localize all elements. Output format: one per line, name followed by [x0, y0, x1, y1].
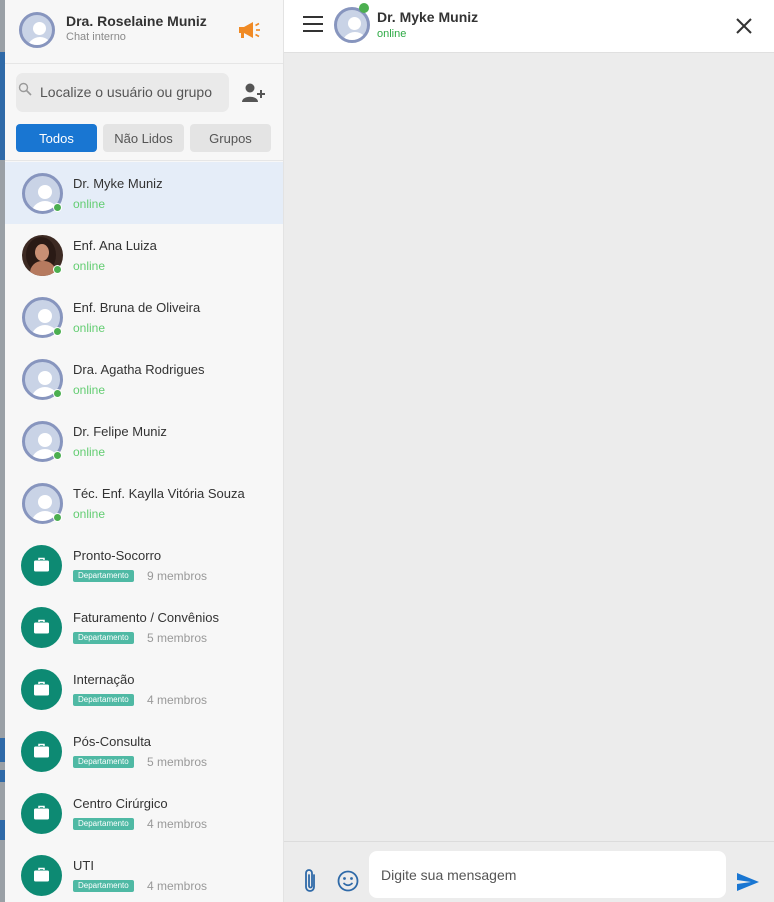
group-name: Faturamento / Convênios	[73, 610, 219, 625]
tab-nao-lidos[interactable]: Não Lidos	[103, 124, 184, 152]
current-user-subtitle: Chat interno	[66, 31, 126, 43]
search-icon	[18, 82, 32, 96]
department-badge: Departamento	[73, 880, 134, 892]
group-item[interactable]: Pós-Consulta Departamento 5 membros	[5, 720, 283, 782]
briefcase-icon	[21, 607, 62, 648]
close-icon[interactable]	[735, 17, 753, 35]
briefcase-icon	[21, 793, 62, 834]
department-badge: Departamento	[73, 632, 134, 644]
group-item[interactable]: Faturamento / Convênios Departamento 5 m…	[5, 596, 283, 658]
contact-name: Téc. Enf. Kaylla Vitória Souza	[73, 486, 245, 501]
message-composer: Digite sua mensagem	[284, 841, 774, 902]
current-user-header: Dra. Roselaine Muniz Chat interno	[5, 0, 283, 64]
tab-todos[interactable]: Todos	[16, 124, 97, 152]
group-item[interactable]: Pronto-Socorro Departamento 9 membros	[5, 534, 283, 596]
group-members: 4 membros	[147, 817, 208, 831]
group-item[interactable]: Internação Departamento 4 membros	[5, 658, 283, 720]
online-dot	[53, 513, 62, 522]
megaphone-icon[interactable]	[235, 19, 261, 41]
paperclip-icon[interactable]	[302, 868, 320, 894]
online-dot	[53, 451, 62, 460]
contact-item[interactable]: Dr. Felipe Muniz online	[5, 410, 283, 472]
contact-status: online	[73, 259, 106, 273]
online-dot	[359, 3, 369, 13]
contact-status: online	[73, 321, 106, 335]
department-badge: Departamento	[73, 694, 134, 706]
user-avatar[interactable]	[19, 12, 55, 48]
online-dot	[53, 389, 62, 398]
contact-name: Enf. Bruna de Oliveira	[73, 300, 201, 315]
group-members: 5 membros	[147, 755, 208, 769]
group-name: UTI	[73, 858, 94, 873]
contact-item[interactable]: Enf. Ana Luiza online	[5, 224, 283, 286]
group-members: 5 membros	[147, 631, 208, 645]
message-input[interactable]: Digite sua mensagem	[369, 851, 726, 898]
briefcase-icon	[21, 731, 62, 772]
group-item[interactable]: UTI Departamento 4 membros	[5, 844, 283, 902]
contact-name: Dr. Felipe Muniz	[73, 424, 167, 439]
chat-contact-status: online	[377, 28, 407, 40]
tab-grupos[interactable]: Grupos	[190, 124, 271, 152]
contact-name: Enf. Ana Luiza	[73, 238, 157, 253]
contact-name: Dr. Myke Muniz	[73, 176, 163, 191]
contact-item[interactable]: Dra. Agatha Rodrigues online	[5, 348, 283, 410]
group-item[interactable]: Centro Cirúrgico Departamento 4 membros	[5, 782, 283, 844]
briefcase-icon	[21, 545, 62, 586]
group-name: Centro Cirúrgico	[73, 796, 168, 811]
online-dot	[53, 327, 62, 336]
group-members: 4 membros	[147, 879, 208, 893]
briefcase-icon	[21, 855, 62, 896]
menu-icon[interactable]	[303, 16, 323, 32]
group-members: 9 membros	[147, 569, 208, 583]
message-placeholder: Digite sua mensagem	[381, 867, 517, 883]
app: Dra. Roselaine Muniz Chat interno Locali…	[0, 0, 774, 902]
chat-contact-name: Dr. Myke Muniz	[377, 9, 479, 25]
group-name: Pronto-Socorro	[73, 548, 162, 563]
filter-tabs: Todos Não Lidos Grupos	[16, 124, 272, 152]
group-name: Internação	[73, 672, 135, 687]
search-input[interactable]: Localize o usuário ou grupo	[16, 73, 229, 112]
chat-pane: Dr. Myke Muniz online Digite sua mensage…	[284, 0, 774, 902]
chat-header: Dr. Myke Muniz online	[284, 0, 774, 53]
contact-status: online	[73, 507, 106, 521]
contact-status: online	[73, 445, 106, 459]
current-user-name: Dra. Roselaine Muniz	[66, 13, 207, 29]
online-dot	[53, 265, 62, 274]
conversation-list: Dr. Myke Muniz online Enf. Ana Luiza onl…	[5, 162, 283, 902]
search-placeholder: Localize o usuário ou grupo	[40, 84, 213, 100]
online-dot	[53, 203, 62, 212]
contact-name: Dra. Agatha Rodrigues	[73, 362, 205, 377]
contact-item[interactable]: Dr. Myke Muniz online	[5, 162, 283, 224]
sidebar: Dra. Roselaine Muniz Chat interno Locali…	[5, 0, 284, 902]
department-badge: Departamento	[73, 756, 134, 768]
divider	[5, 160, 283, 161]
add-user-icon[interactable]	[241, 82, 267, 104]
contact-item[interactable]: Enf. Bruna de Oliveira online	[5, 286, 283, 348]
contact-status: online	[73, 383, 106, 397]
group-name: Pós-Consulta	[73, 734, 152, 749]
contact-status: online	[73, 197, 106, 211]
group-members: 4 membros	[147, 693, 208, 707]
briefcase-icon	[21, 669, 62, 710]
contact-item[interactable]: Téc. Enf. Kaylla Vitória Souza online	[5, 472, 283, 534]
send-icon[interactable]	[736, 872, 760, 892]
department-badge: Departamento	[73, 818, 134, 830]
department-badge: Departamento	[73, 570, 134, 582]
emoji-icon[interactable]	[337, 870, 359, 892]
